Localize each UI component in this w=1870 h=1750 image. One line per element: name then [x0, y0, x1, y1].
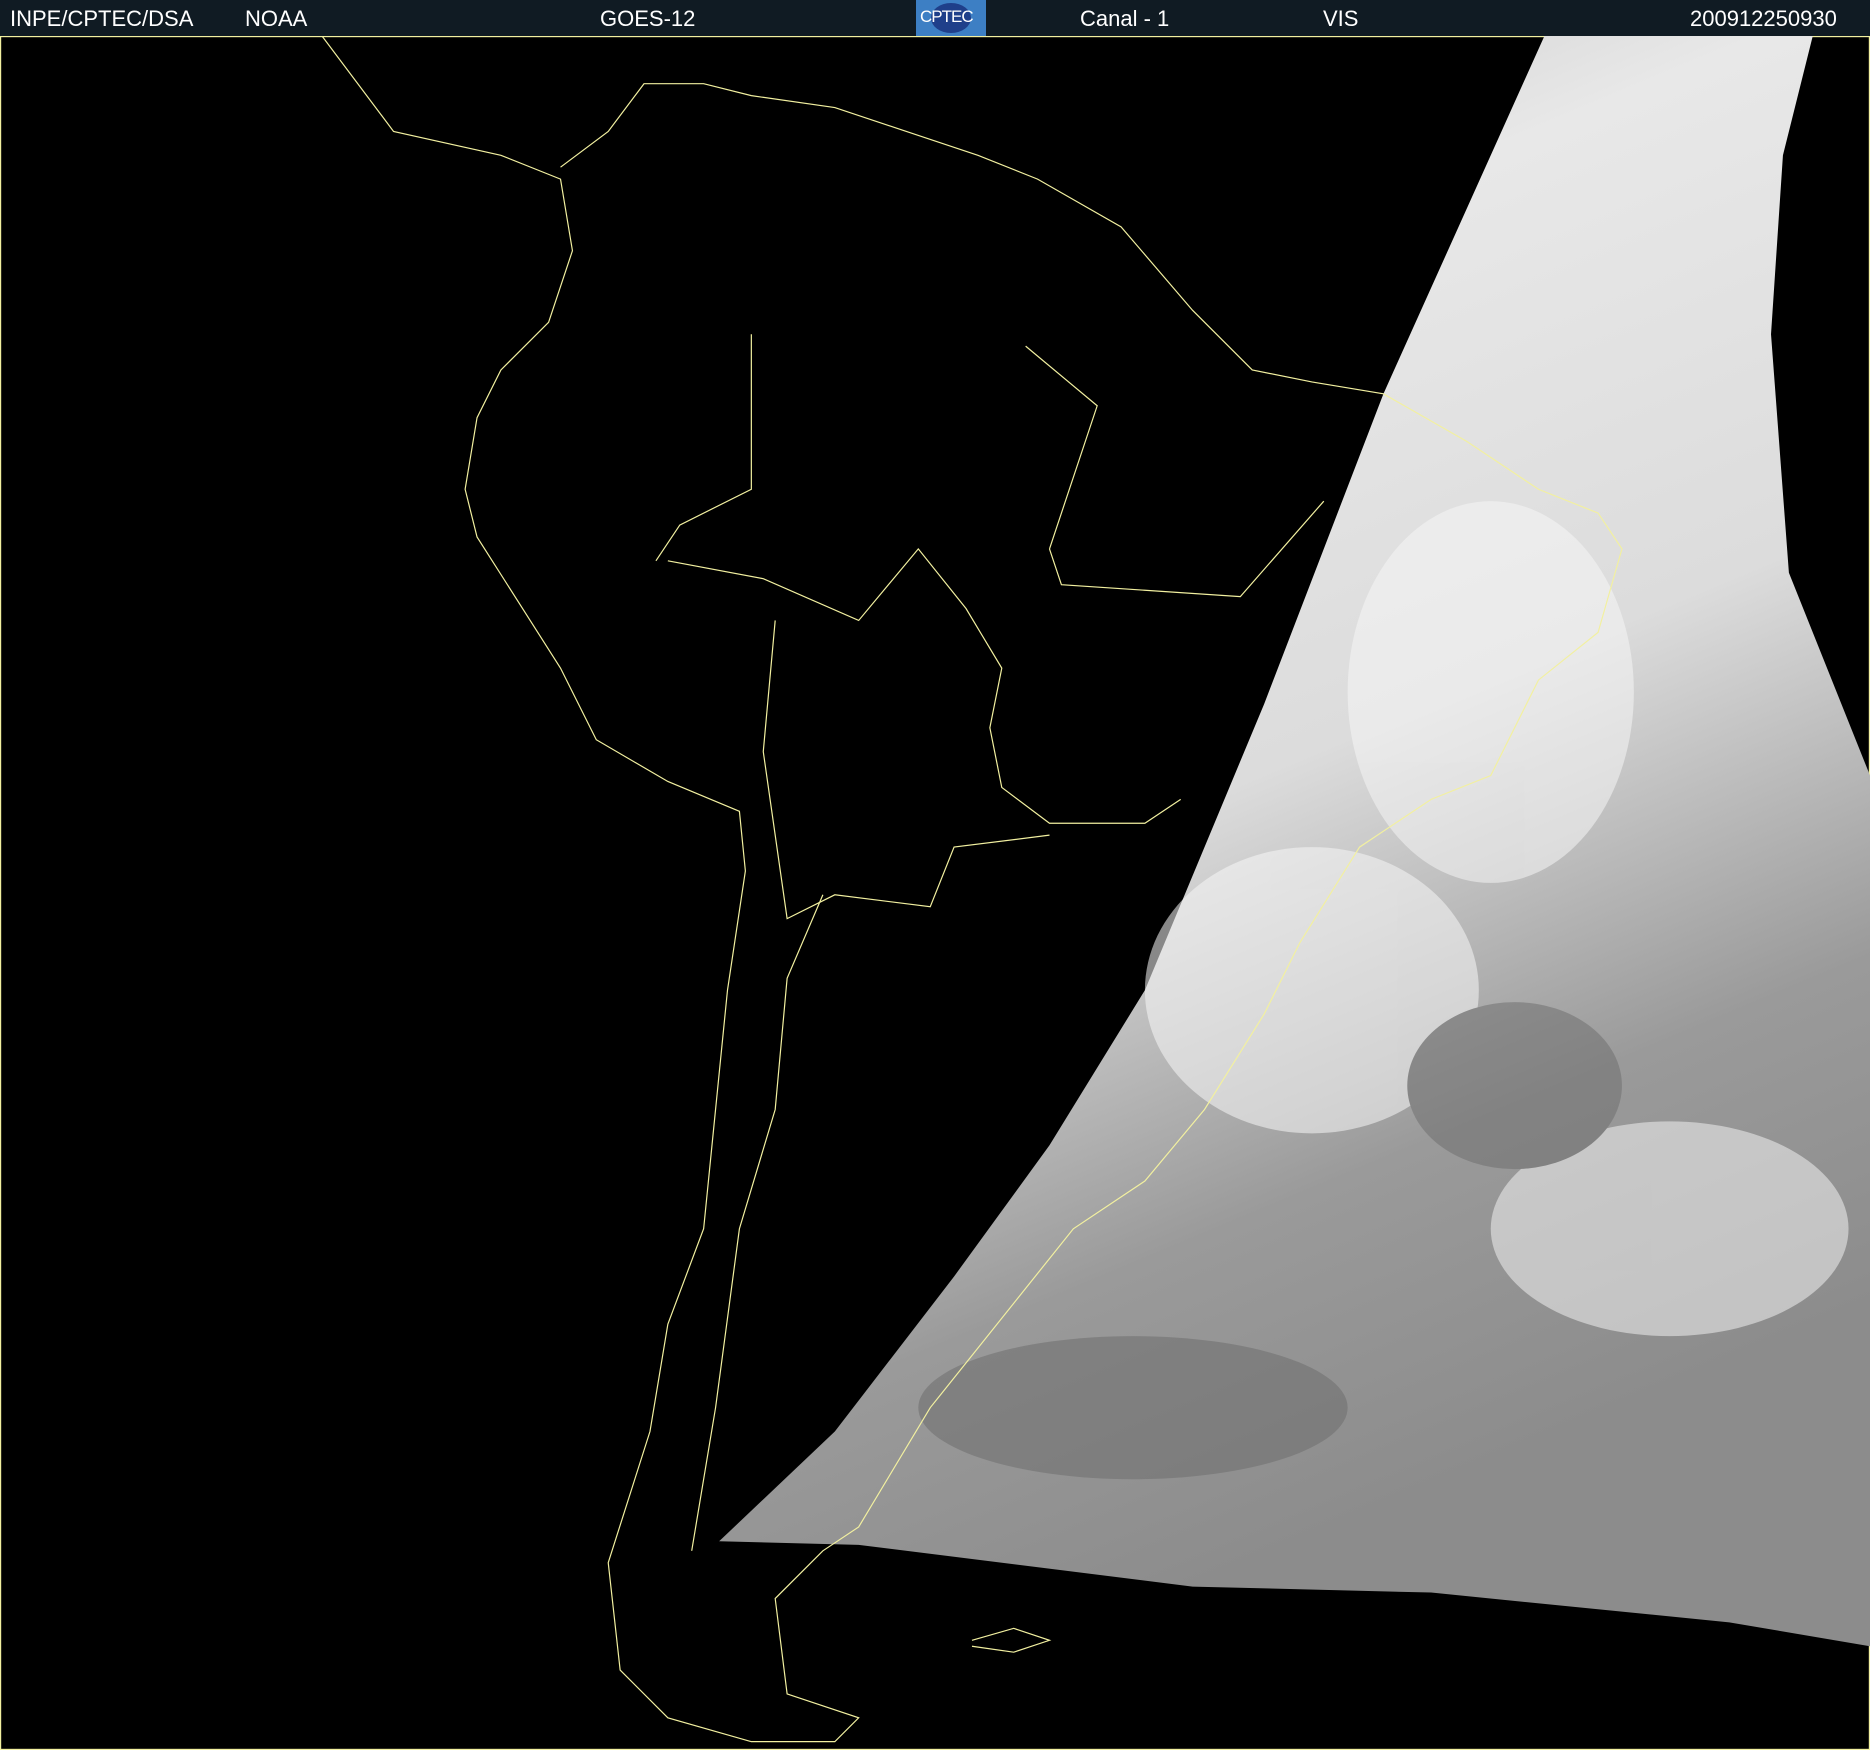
band-label: VIS: [1323, 6, 1359, 31]
header-bar: INPE/CPTEC/DSA NOAA GOES-12 CPTEC Canal …: [0, 0, 1870, 36]
map-canvas: [0, 36, 1870, 1750]
institution-label: INPE/CPTEC/DSA: [10, 6, 194, 31]
logo-graphic-text: CPTEC: [920, 7, 974, 26]
cptec-logo: CPTEC: [916, 0, 986, 36]
channel-label: Canal - 1: [1080, 6, 1170, 31]
satellite-map: [0, 36, 1870, 1750]
timestamp-label: 200912250930: [1690, 6, 1837, 31]
satellite-label: GOES-12: [600, 6, 696, 31]
agency-label: NOAA: [245, 6, 308, 31]
